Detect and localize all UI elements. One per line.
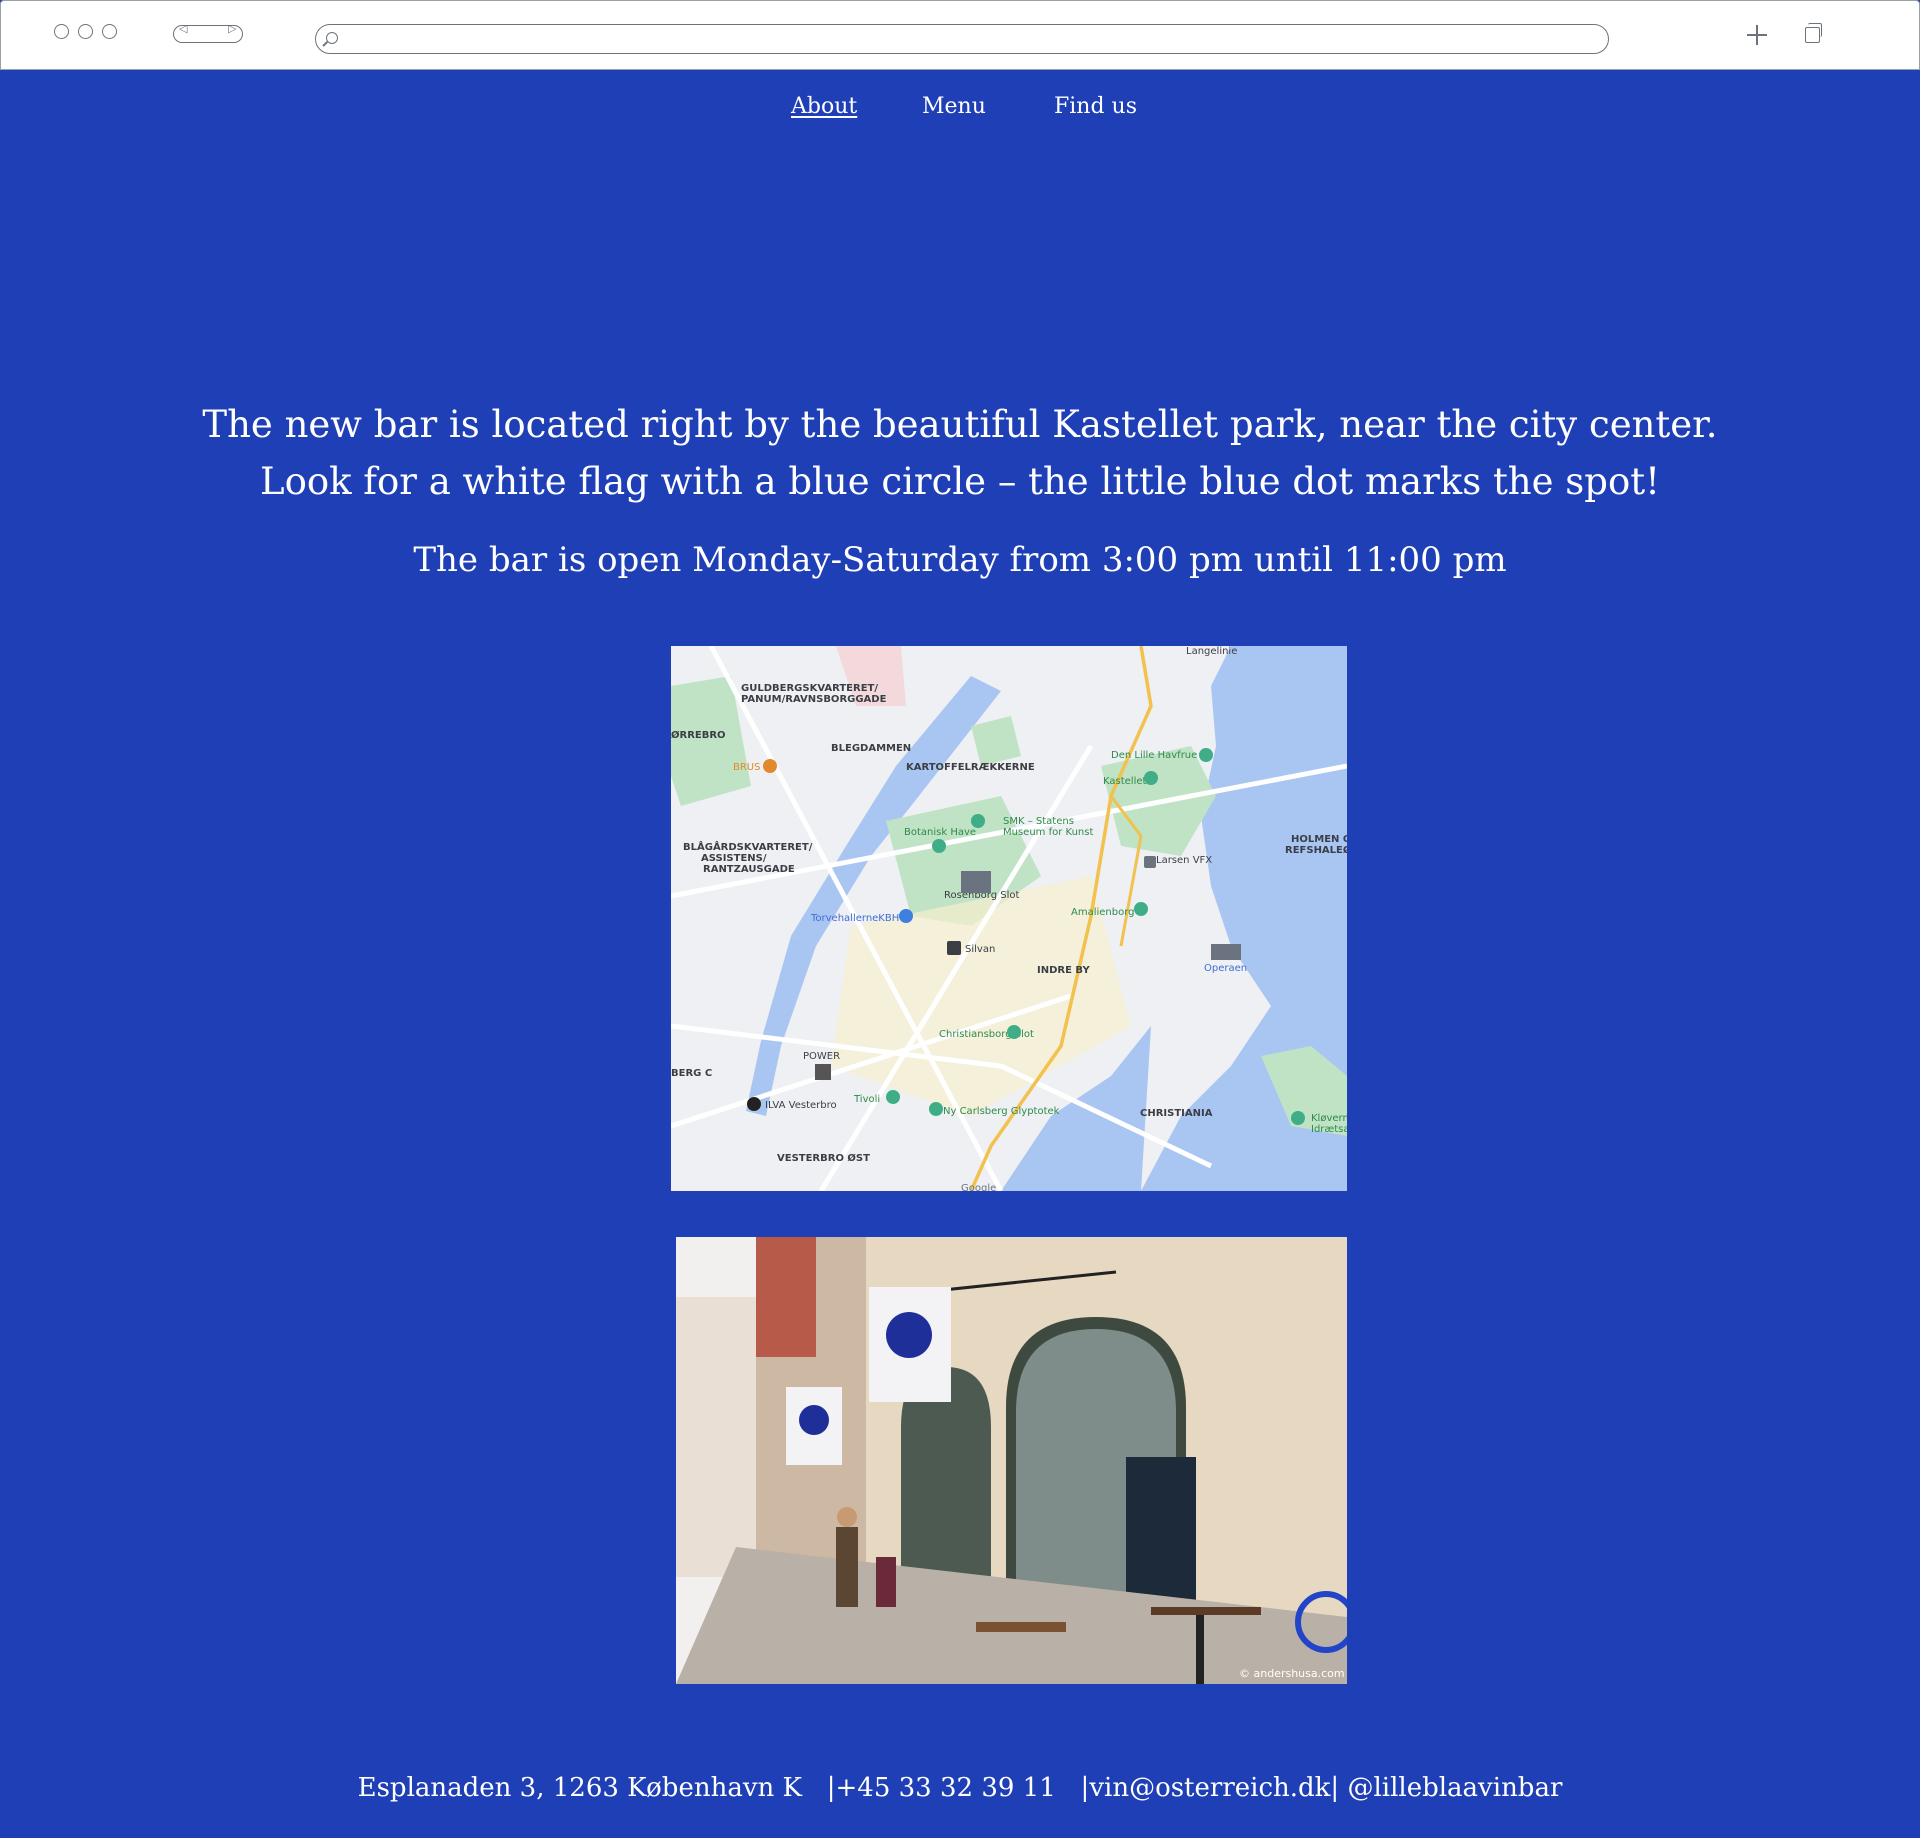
browser-toolbar: ◁ ▷ <box>0 0 1920 70</box>
map-label-power: POWER <box>803 1051 840 1062</box>
amalienborg-pin-icon[interactable] <box>1134 902 1148 916</box>
map-label-smk-2: Museum for Kunst <box>1003 827 1093 838</box>
map-label-ilva: ILVA Vesterbro <box>765 1100 837 1111</box>
window-maximize-dot[interactable] <box>102 24 117 39</box>
map-label-den-lille-havfrue: Den Lille Havfrue <box>1111 750 1197 761</box>
nav-link-find-us[interactable]: Find us <box>1054 94 1137 119</box>
intro-text: The new bar is located right by the beau… <box>0 396 1920 510</box>
map-label-tivoli: Tivoli <box>853 1094 880 1105</box>
map-label-langelinie: Langelinie <box>1186 646 1237 657</box>
christiansborg-pin-icon[interactable] <box>1007 1025 1021 1039</box>
map-label-blaagaard-1: BLÅGÅRDSKVARTERET/ <box>683 840 813 853</box>
map-label-klovermark-2: Idrætsar <box>1311 1124 1347 1135</box>
new-tab-icon[interactable] <box>1747 25 1767 45</box>
map-label-operaen: Operaen <box>1204 963 1247 974</box>
torvehallerne-pin-icon[interactable] <box>899 909 913 923</box>
back-icon[interactable]: ◁ <box>179 22 187 35</box>
map-label-torvehallerne: TorvehallerneKBH <box>810 913 899 924</box>
footer-contact: Esplanaden 3, 1263 København K |+45 33 3… <box>357 1773 1563 1803</box>
map-label-christiania: CHRISTIANIA <box>1140 1108 1213 1119</box>
back-forward-control: ◁ ▷ <box>173 22 243 43</box>
opening-hours: The bar is open Monday-Saturday from 3:0… <box>413 540 1507 580</box>
intro-line-2: Look for a white flag with a blue circle… <box>260 460 1660 503</box>
map-label-brus: BRUS <box>733 762 760 773</box>
map-label-smk-1: SMK – Statens <box>1003 816 1074 827</box>
map-label-guldberg: GULDBERGSKVARTERET/ <box>741 683 878 694</box>
silvan-icon[interactable] <box>947 941 961 955</box>
map-label-berg-c: BERG C <box>671 1068 712 1079</box>
tivoli-pin-icon[interactable] <box>886 1090 900 1104</box>
klovermark-pin-icon[interactable] <box>1291 1111 1305 1125</box>
glyptotek-pin-icon[interactable] <box>929 1102 943 1116</box>
map-label-klovermark-1: Kløverm <box>1311 1113 1347 1124</box>
kastellet-pin-icon[interactable] <box>1144 771 1158 785</box>
map-label-botanisk-have: Botanisk Have <box>904 827 976 838</box>
map-label-vesterbro-ost: VESTERBRO ØST <box>777 1152 870 1164</box>
map-label-blegdammen: BLEGDAMMEN <box>831 743 911 754</box>
map-label-indre-by: INDRE BY <box>1037 965 1090 976</box>
location-map[interactable]: GULDBERGSKVARTERET/ PANUM/RAVNSBORGGADE … <box>671 646 1347 1191</box>
power-icon[interactable] <box>815 1064 831 1080</box>
operaen-icon[interactable] <box>1211 944 1241 960</box>
nav-link-menu[interactable]: Menu <box>922 94 986 119</box>
brus-pin-icon[interactable] <box>763 759 777 773</box>
map-label-holmen-1: HOLMEN O <box>1291 834 1347 845</box>
map-label-kartoffel: KARTOFFELRÆKKERNE <box>906 762 1035 773</box>
window-minimize-dot[interactable] <box>78 24 93 39</box>
havfrue-pin-icon[interactable] <box>1199 748 1213 762</box>
address-bar[interactable] <box>315 24 1609 54</box>
map-label-blaagaard-3: RANTZAUSGADE <box>703 864 795 875</box>
site-nav: About Menu Find us <box>0 94 1920 124</box>
map-label-glyptotek: Ny Carlsberg Glyptotek <box>943 1106 1060 1117</box>
search-icon <box>326 32 338 44</box>
tab-overview-icon[interactable] <box>1805 23 1822 43</box>
forward-icon[interactable]: ▷ <box>228 22 236 35</box>
botanisk-pin-icon[interactable] <box>932 839 946 853</box>
map-label-silvan: Silvan <box>965 944 995 955</box>
map-label-holmen-2: REFSHALEØ <box>1285 844 1347 856</box>
map-label-panum: PANUM/RAVNSBORGGADE <box>741 694 887 705</box>
map-label-kastellet: Kastellet <box>1103 776 1147 787</box>
larsen-pin-icon[interactable] <box>1144 856 1156 868</box>
bar-storefront-photo: © andershusa.com <box>676 1237 1347 1684</box>
smk-pin-icon[interactable] <box>971 814 985 828</box>
photo-credit: © andershusa.com <box>1239 1667 1345 1680</box>
map-label-amalienborg: Amalienborg <box>1071 907 1135 918</box>
nav-link-about[interactable]: About <box>791 94 857 119</box>
ilva-icon[interactable] <box>747 1097 761 1111</box>
intro-line-1: The new bar is located right by the beau… <box>202 403 1718 446</box>
google-logo: Google <box>961 1183 996 1191</box>
map-label-larsen-vfx: Larsen VFX <box>1156 855 1212 866</box>
rosenborg-icon[interactable] <box>961 871 991 893</box>
window-close-dot[interactable] <box>54 24 69 39</box>
map-label-blaagaard-2: ASSISTENS/ <box>701 853 767 864</box>
map-label-norrebro: ØRREBRO <box>671 729 726 741</box>
